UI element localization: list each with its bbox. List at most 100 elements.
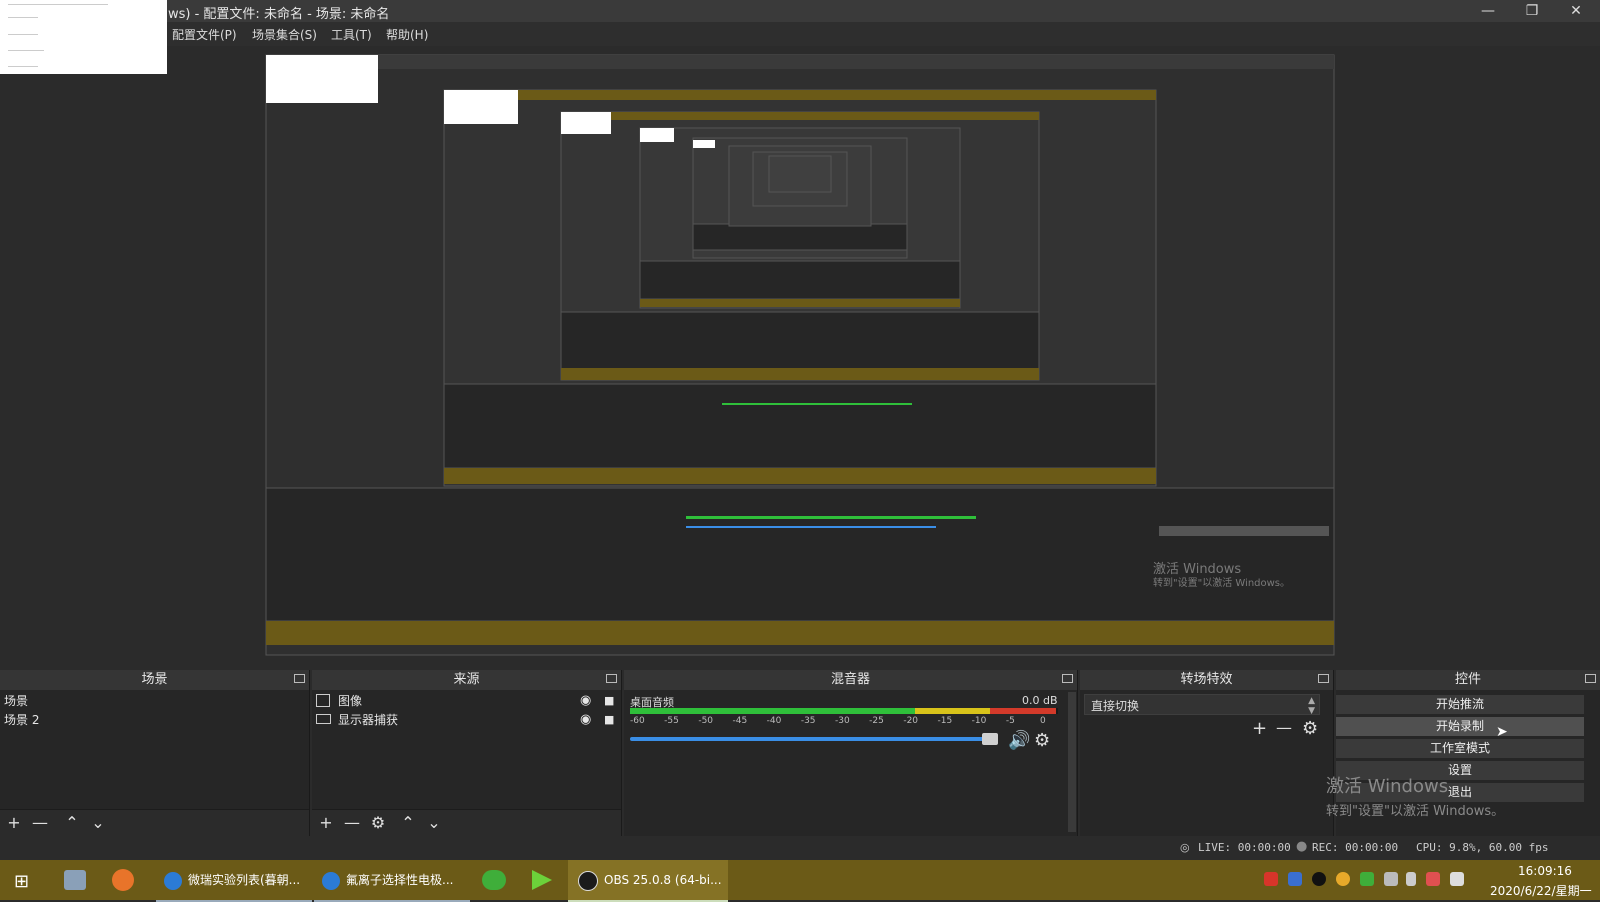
gear-icon[interactable]: ⚙ <box>1302 718 1318 739</box>
media-player-icon[interactable] <box>532 870 552 890</box>
lock-icon[interactable]: ■ <box>604 711 614 729</box>
gear-icon[interactable]: ⚙ <box>368 813 388 833</box>
restore-icon[interactable]: ❐ <box>1510 0 1554 22</box>
monitor-icon <box>316 714 331 724</box>
title-bar: ws) - 配置文件: 未命名 - 场景: 未命名 — ❐ ✕ <box>0 0 1600 22</box>
source-label: 图像 <box>338 694 363 708</box>
transition-selected-value: 直接切换 <box>1091 699 1140 713</box>
volume-icon[interactable] <box>1450 872 1464 886</box>
stray-popup-window[interactable] <box>0 0 167 74</box>
firefox-icon[interactable] <box>112 869 134 891</box>
scene-item[interactable]: 场景 2 <box>0 711 309 729</box>
meter-tick-label: -5 <box>1005 716 1015 726</box>
google-tray-icon[interactable] <box>1336 872 1350 886</box>
move-down-icon[interactable]: ⌄ <box>88 813 108 833</box>
transitions-title: 转场特效 <box>1180 672 1233 687</box>
minimize-icon[interactable]: — <box>1466 0 1510 22</box>
menu-profile[interactable]: 配置文件(P) <box>172 26 237 43</box>
close-icon[interactable]: ✕ <box>1554 0 1598 22</box>
sources-toolbar: + — ⚙ ⌃ ⌄ <box>312 809 621 836</box>
volume-meter <box>630 708 1058 714</box>
volume-slider-handle[interactable] <box>982 733 998 745</box>
sources-title: 来源 <box>453 672 480 687</box>
undock-icon[interactable] <box>1318 674 1329 683</box>
source-label: 显示器捕获 <box>338 713 399 727</box>
status-bar: ◎ LIVE: 00:00:00 ● REC: 00:00:00 CPU: 9.… <box>0 836 1600 860</box>
undock-icon[interactable] <box>1585 674 1596 683</box>
meter-tick-label: -50 <box>698 716 714 726</box>
lock-icon[interactable]: ■ <box>604 692 614 710</box>
volume-slider[interactable] <box>630 737 994 741</box>
gear-icon[interactable]: ⚙ <box>1034 730 1050 751</box>
cpu-fps: CPU: 9.8%, 60.00 fps <box>1416 841 1549 854</box>
sogou-input-icon[interactable] <box>1264 872 1278 886</box>
mouse-cursor-icon: ➤ <box>1496 724 1508 740</box>
undock-icon[interactable] <box>1062 674 1073 683</box>
taskbar-app-browser-1[interactable]: 微瑞实验列表(暮朝... <box>156 860 312 902</box>
taskbar-app-browser-2[interactable]: 氟离子选择性电极... <box>314 860 470 902</box>
activation-watermark-subtitle: 转到"设置"以激活 Windows。 <box>1326 804 1505 819</box>
recursive-preview-image: 激活 Windows 转到"设置"以激活 Windows。 <box>265 54 1335 656</box>
visibility-eye-icon[interactable]: ◉ <box>580 711 591 729</box>
battery-icon[interactable] <box>1406 872 1416 886</box>
add-icon[interactable]: + <box>1252 718 1267 739</box>
start-streaming-button[interactable]: 开始推流 <box>1336 695 1584 714</box>
file-explorer-icon[interactable] <box>64 870 86 890</box>
wechat-icon[interactable] <box>482 870 506 890</box>
speaker-icon[interactable]: 🔊 <box>1008 730 1030 751</box>
remove-icon[interactable]: — <box>30 813 50 833</box>
mixer-title: 混音器 <box>830 672 870 687</box>
remove-icon[interactable]: — <box>1276 718 1292 737</box>
security-shield-icon[interactable] <box>1288 872 1302 886</box>
undock-icon[interactable] <box>606 674 617 683</box>
source-item[interactable]: 显示器捕获 ◉ ■ <box>312 711 621 729</box>
start-recording-button[interactable]: 开始录制 <box>1336 717 1584 736</box>
rec-indicator-icon: ● <box>1296 839 1308 854</box>
meter-tick-label: -45 <box>732 716 748 726</box>
clock-date[interactable]: 2020/6/22/星期一 <box>1490 882 1592 899</box>
controls-dock-header: 控件 <box>1336 670 1600 690</box>
scene-item[interactable]: 场景 <box>0 692 309 710</box>
meter-tick-label: -30 <box>835 716 850 726</box>
meter-tick-label: -40 <box>766 716 782 726</box>
source-item[interactable]: 图像 ◉ ■ <box>312 692 621 710</box>
taskbar-app-obs[interactable]: OBS 25.0.8 (64-bi... <box>568 860 728 902</box>
obs-tray-icon[interactable] <box>1312 872 1326 886</box>
visibility-eye-icon[interactable]: ◉ <box>580 692 591 710</box>
meter-tick-label: -35 <box>800 716 816 726</box>
notification-icon[interactable] <box>1426 872 1440 886</box>
menu-help[interactable]: 帮助(H) <box>386 26 428 43</box>
mixer-db-value: 0.0 dB <box>1022 694 1058 707</box>
clock-time[interactable]: 16:09:16 <box>1518 864 1572 878</box>
add-icon[interactable]: + <box>4 813 24 833</box>
meter-tick-label: -10 <box>971 716 987 726</box>
svg-text:激活 Windows: 激活 Windows <box>1153 562 1241 577</box>
undock-icon[interactable] <box>294 674 305 683</box>
menu-tools[interactable]: 工具(T) <box>331 26 372 43</box>
meter-tick-label: -60 <box>630 716 645 726</box>
menu-bar: 配置文件(P) 场景集合(S) 工具(T) 帮助(H) <box>0 22 1600 46</box>
move-up-icon[interactable]: ⌃ <box>62 813 82 833</box>
menu-scene-collection[interactable]: 场景集合(S) <box>252 26 317 43</box>
scenes-title: 场景 <box>141 672 168 687</box>
controls-title: 控件 <box>1454 672 1481 687</box>
sources-dock: 来源 图像 ◉ ■ 显示器捕获 ◉ ■ + — ⚙ ⌃ ⌄ <box>312 670 622 836</box>
add-icon[interactable]: + <box>316 813 336 833</box>
meter-tick-label: -25 <box>869 716 884 726</box>
taskbar-app-label: 氟离子选择性电极... <box>346 873 454 887</box>
windows-start-icon[interactable]: ⊞ <box>14 871 29 892</box>
wifi-icon[interactable] <box>1384 872 1398 886</box>
browser-icon <box>322 871 340 890</box>
svg-text:转到"设置"以激活 Windows。: 转到"设置"以激活 Windows。 <box>1153 576 1290 589</box>
meter-tick-label: -15 <box>937 716 953 726</box>
wechat-tray-icon[interactable] <box>1360 872 1374 886</box>
move-down-icon[interactable]: ⌄ <box>424 813 444 833</box>
mixer-scrollbar[interactable] <box>1068 692 1076 832</box>
transition-select[interactable]: 直接切换 ▲ ▼ <box>1084 694 1320 716</box>
preview-canvas[interactable]: 激活 Windows 转到"设置"以激活 Windows。 <box>0 46 1600 670</box>
scenes-dock: 场景 场景 场景 2 + — ⌃ ⌄ <box>0 670 310 836</box>
studio-mode-button[interactable]: 工作室模式 <box>1336 739 1584 758</box>
mixer-dock: 混音器 桌面音频 0.0 dB -60 -55 -50 -45 -40 -35 -30 -25… <box>624 670 1078 836</box>
remove-icon[interactable]: — <box>342 813 362 833</box>
move-up-icon[interactable]: ⌃ <box>398 813 418 833</box>
